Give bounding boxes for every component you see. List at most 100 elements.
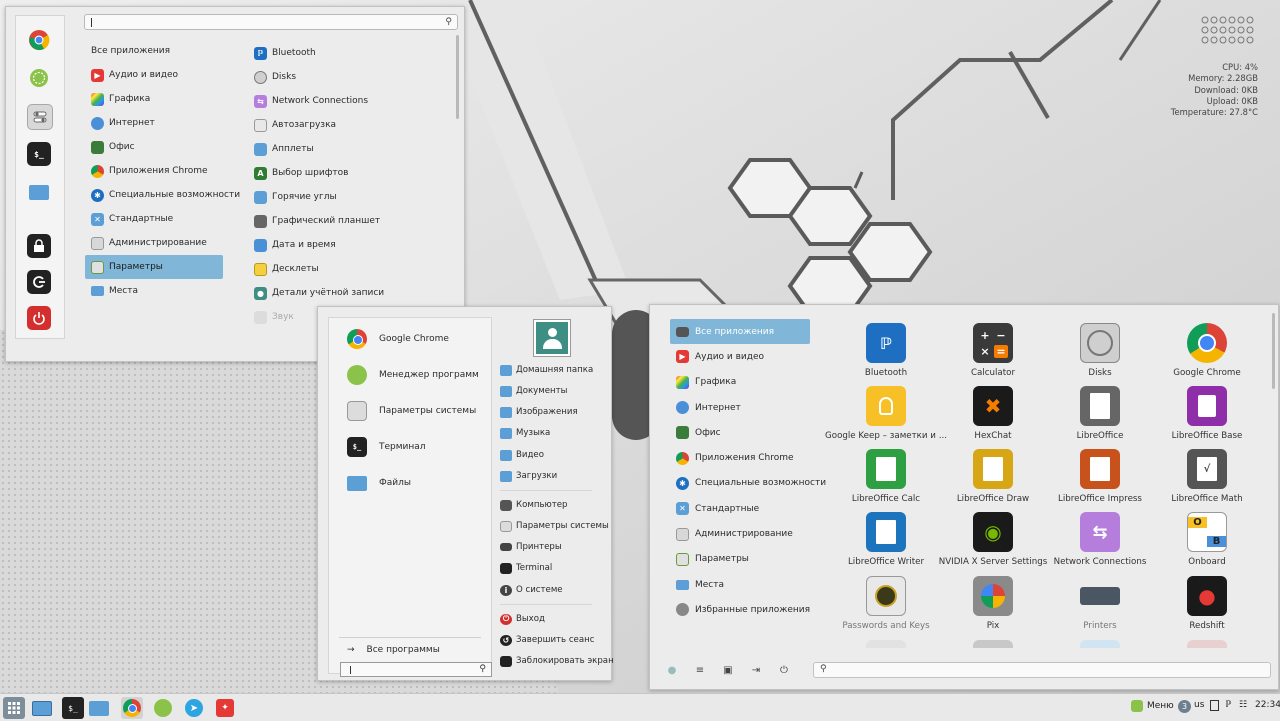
- software-manager-favorite-button[interactable]: [27, 66, 51, 90]
- favorite-files[interactable]: Файлы: [347, 472, 411, 494]
- app-libreoffice[interactable]: LibreOffice: [1046, 386, 1154, 446]
- place-music[interactable]: Музыка: [500, 425, 550, 441]
- files-launcher[interactable]: [88, 697, 110, 719]
- category-chrome-apps[interactable]: Приложения Chrome: [670, 445, 810, 470]
- app-font-selection[interactable]: A Выбор шрифтов: [252, 161, 452, 185]
- terminal-launcher[interactable]: $_: [62, 697, 84, 719]
- place-pictures[interactable]: Изображения: [500, 404, 578, 420]
- category-graphics[interactable]: Графика: [670, 370, 810, 395]
- category-settings[interactable]: Параметры: [670, 547, 810, 572]
- category-audio-video[interactable]: ▶ Аудио и видео: [670, 344, 810, 369]
- category-internet[interactable]: Интернет: [670, 395, 810, 420]
- bluetooth-indicator[interactable]: ℙ: [1225, 700, 1231, 710]
- shutdown-button[interactable]: [27, 306, 51, 330]
- system-about[interactable]: i О системе: [500, 582, 563, 598]
- category-places[interactable]: Места: [85, 279, 223, 303]
- app-calculator[interactable]: + − × = Calculator: [939, 323, 1047, 383]
- category-all-apps[interactable]: Все приложения: [85, 39, 223, 63]
- category-internet[interactable]: Интернет: [85, 111, 223, 135]
- category-administration[interactable]: Администрирование: [85, 231, 223, 255]
- favorite-terminal[interactable]: $_ Терминал: [347, 436, 426, 458]
- favorite-system-settings[interactable]: Параметры системы: [347, 400, 476, 422]
- system-printers[interactable]: Принтеры: [500, 539, 562, 555]
- app-libreoffice-calc[interactable]: LibreOffice Calc: [832, 449, 940, 509]
- files-favorite-button[interactable]: [27, 180, 51, 204]
- place-home[interactable]: Домашняя папка: [500, 362, 593, 378]
- app-passwords-keys[interactable]: Passwords and Keys: [832, 576, 940, 636]
- system-computer[interactable]: Компьютер: [500, 497, 568, 513]
- lock-icon[interactable]: ▣: [721, 663, 735, 677]
- telegram-launcher[interactable]: ➤: [183, 697, 205, 719]
- app-account-details[interactable]: ● Детали учётной записи: [252, 281, 452, 305]
- category-graphics[interactable]: Графика: [85, 87, 223, 111]
- category-chrome-apps[interactable]: Приложения Chrome: [85, 159, 223, 183]
- power-icon[interactable]: ⏻: [777, 663, 791, 677]
- favorite-google-chrome[interactable]: Google Chrome: [347, 328, 449, 350]
- category-administration[interactable]: Администрирование: [670, 521, 810, 546]
- app-graphics-tablet[interactable]: Графический планшет: [252, 209, 452, 233]
- all-programs-button[interactable]: → Все программы: [347, 645, 440, 655]
- app-menu-grid-button[interactable]: [3, 697, 25, 719]
- network-indicator[interactable]: ☷: [1239, 700, 1247, 710]
- category-audio-video[interactable]: ▶ Аудио и видео: [85, 63, 223, 87]
- app-disks[interactable]: Disks: [252, 65, 452, 89]
- user-icon[interactable]: ●: [665, 663, 679, 677]
- category-places[interactable]: Места: [670, 572, 810, 597]
- app-applets[interactable]: Апплеты: [252, 137, 452, 161]
- app-bluetooth[interactable]: ℙ Bluetooth: [832, 323, 940, 383]
- favorite-software-manager[interactable]: Менеджер программ: [347, 364, 479, 386]
- session-logout[interactable]: ↺ Завершить сеанс: [500, 632, 594, 648]
- place-videos[interactable]: Видео: [500, 447, 544, 463]
- app-network-connections[interactable]: ⇆ Network Connections: [1046, 512, 1154, 572]
- chrome-favorite-button[interactable]: [27, 28, 51, 52]
- app-libreoffice-writer[interactable]: LibreOffice Writer: [832, 512, 940, 572]
- screenshot-launcher[interactable]: ✦: [214, 697, 236, 719]
- scrollbar[interactable]: [456, 35, 459, 119]
- category-favorite-apps[interactable]: Избранные приложения: [670, 597, 810, 622]
- app-printers[interactable]: Printers: [1046, 576, 1154, 636]
- lock-screen-button[interactable]: [27, 234, 51, 258]
- category-office[interactable]: Офис: [670, 420, 810, 445]
- search-input[interactable]: ⚲: [340, 662, 492, 677]
- app-onboard[interactable]: O B Onboard: [1153, 512, 1261, 572]
- search-input[interactable]: ⚲: [84, 14, 458, 30]
- chrome-launcher[interactable]: [121, 697, 143, 719]
- logout-icon[interactable]: ⇥: [749, 663, 763, 677]
- terminal-favorite-button[interactable]: $_: [27, 142, 51, 166]
- workspace-indicator[interactable]: 3: [1178, 700, 1191, 713]
- show-desktop-button[interactable]: [31, 697, 53, 719]
- app-disks[interactable]: Disks: [1046, 323, 1154, 383]
- category-accessories[interactable]: ✕ Стандартные: [670, 496, 810, 521]
- app-desklets[interactable]: Десклеты: [252, 257, 452, 281]
- session-lock[interactable]: Заблокировать экран: [500, 653, 614, 669]
- app-google-chrome[interactable]: Google Chrome: [1153, 323, 1261, 383]
- app-redshift[interactable]: ● Redshift: [1153, 576, 1261, 636]
- place-downloads[interactable]: Загрузки: [500, 468, 557, 484]
- app-pix[interactable]: Pix: [939, 576, 1047, 636]
- session-quit[interactable]: ⏻ Выход: [500, 611, 545, 627]
- software-manager-launcher[interactable]: [152, 697, 174, 719]
- category-accessibility[interactable]: ✱ Специальные возможности: [670, 471, 826, 496]
- category-settings[interactable]: Параметры: [85, 255, 223, 279]
- app-network-connections[interactable]: ⇆ Network Connections: [252, 89, 452, 113]
- app-hot-corners[interactable]: Горячие углы: [252, 185, 452, 209]
- keyboard-layout[interactable]: us: [1194, 700, 1204, 710]
- app-startup[interactable]: Автозагрузка: [252, 113, 452, 137]
- category-accessibility[interactable]: ✱ Специальные возможности: [85, 183, 240, 207]
- app-libreoffice-impress[interactable]: LibreOffice Impress: [1046, 449, 1154, 509]
- system-settings-favorite-button[interactable]: [27, 104, 53, 130]
- settings-list-icon[interactable]: ≡: [693, 663, 707, 677]
- clock[interactable]: 22:34: [1255, 700, 1280, 710]
- system-settings[interactable]: Параметры системы: [500, 518, 609, 534]
- app-libreoffice-draw[interactable]: LibreOffice Draw: [939, 449, 1047, 509]
- category-accessories[interactable]: ✕ Стандартные: [85, 207, 223, 231]
- app-bluetooth[interactable]: ℙ Bluetooth: [252, 41, 452, 65]
- app-libreoffice-math[interactable]: √ LibreOffice Math: [1153, 449, 1261, 509]
- category-office[interactable]: Офис: [85, 135, 223, 159]
- clipboard-indicator[interactable]: [1210, 700, 1219, 711]
- user-avatar[interactable]: [534, 320, 570, 356]
- category-all-apps[interactable]: Все приложения: [670, 319, 810, 345]
- app-nvidia-settings[interactable]: ◉ NVIDIA X Server Settings: [939, 512, 1047, 572]
- app-date-time[interactable]: Дата и время: [252, 233, 452, 257]
- place-documents[interactable]: Документы: [500, 383, 567, 399]
